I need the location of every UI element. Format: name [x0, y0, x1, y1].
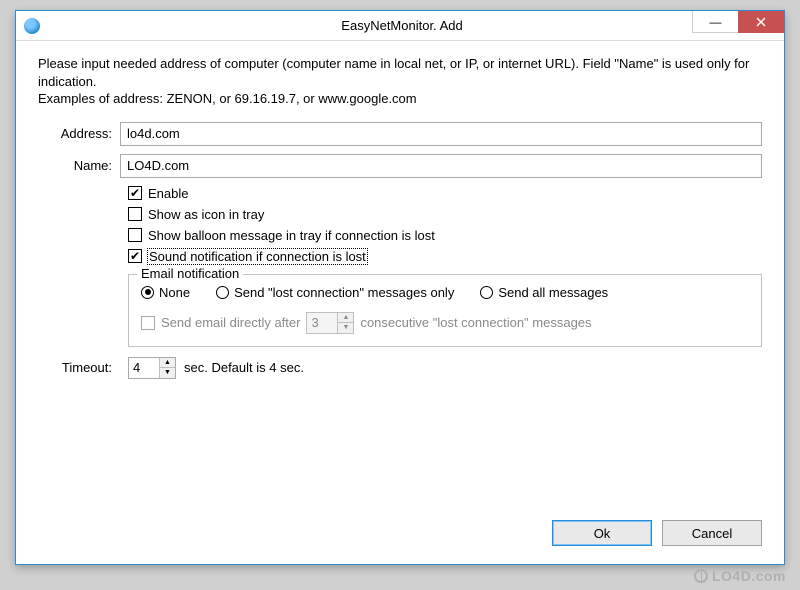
enable-checkbox[interactable]: ✔: [128, 186, 142, 200]
enable-row: ✔ Enable: [128, 186, 762, 201]
timeout-input[interactable]: [129, 358, 159, 378]
instructions-line1: Please input needed address of computer …: [38, 55, 762, 90]
email-direct-spinner: ▲ ▼: [306, 312, 354, 334]
address-input[interactable]: [120, 122, 762, 146]
radio-all-label: Send all messages: [498, 285, 608, 300]
radio-none[interactable]: [141, 286, 154, 299]
instructions-line2: Examples of address: ZENON, or 69.16.19.…: [38, 90, 762, 108]
name-input[interactable]: [120, 154, 762, 178]
address-label: Address:: [38, 126, 120, 141]
email-direct-spinbuttons: ▲ ▼: [337, 313, 353, 333]
radio-lostonly-item: Send "lost connection" messages only: [216, 285, 454, 300]
email-legend: Email notification: [137, 266, 243, 281]
radio-none-label: None: [159, 285, 190, 300]
radio-all-item: Send all messages: [480, 285, 608, 300]
dialog-window: EasyNetMonitor. Add — Please input neede…: [15, 10, 785, 565]
address-row: Address:: [38, 122, 762, 146]
trayicon-checkbox[interactable]: [128, 207, 142, 221]
radio-lostonly-label: Send "lost connection" messages only: [234, 285, 454, 300]
watermark: LO4D.com: [694, 568, 786, 584]
globe-icon: [694, 569, 708, 583]
email-direct-suffix: consecutive "lost connection" messages: [360, 315, 591, 330]
radio-lostonly[interactable]: [216, 286, 229, 299]
button-row: Ok Cancel: [16, 506, 784, 546]
email-direct-row: Send email directly after ▲ ▼ consecutiv…: [141, 312, 749, 334]
radio-none-item: None: [141, 285, 190, 300]
email-direct-prefix: Send email directly after: [161, 315, 300, 330]
ok-button[interactable]: Ok: [552, 520, 652, 546]
dialog-content: Please input needed address of computer …: [16, 41, 784, 391]
balloon-row: Show balloon message in tray if connecti…: [128, 228, 762, 243]
timeout-row: Timeout: ▲ ▼ sec. Default is 4 sec.: [38, 357, 762, 379]
email-direct-value: [307, 313, 337, 333]
watermark-text: LO4D.com: [712, 568, 786, 584]
timeout-suffix: sec. Default is 4 sec.: [184, 360, 304, 375]
email-groupbox: Email notification None Send "lost conne…: [128, 274, 762, 347]
window-title: EasyNetMonitor. Add: [20, 18, 784, 33]
name-row: Name:: [38, 154, 762, 178]
timeout-label: Timeout:: [38, 360, 120, 375]
balloon-label: Show balloon message in tray if connecti…: [148, 228, 435, 243]
cancel-button[interactable]: Cancel: [662, 520, 762, 546]
trayicon-label: Show as icon in tray: [148, 207, 264, 222]
enable-label: Enable: [148, 186, 188, 201]
sound-label: Sound notification if connection is lost: [148, 249, 367, 264]
sound-checkbox[interactable]: ✔: [128, 249, 142, 263]
email-radios: None Send "lost connection" messages onl…: [141, 285, 749, 300]
window-controls: —: [692, 11, 784, 33]
spin-up-icon: ▲: [338, 313, 353, 324]
titlebar[interactable]: EasyNetMonitor. Add —: [16, 11, 784, 41]
minimize-button[interactable]: —: [692, 11, 738, 33]
radio-all[interactable]: [480, 286, 493, 299]
spin-up-icon[interactable]: ▲: [160, 358, 175, 369]
balloon-checkbox[interactable]: [128, 228, 142, 242]
email-direct-checkbox: [141, 316, 155, 330]
name-label: Name:: [38, 158, 120, 173]
spin-down-icon: ▼: [338, 323, 353, 333]
timeout-spinbuttons: ▲ ▼: [159, 358, 175, 378]
close-button[interactable]: [738, 11, 784, 33]
instructions-text: Please input needed address of computer …: [38, 55, 762, 108]
close-icon: [756, 17, 766, 27]
timeout-spinner[interactable]: ▲ ▼: [128, 357, 176, 379]
trayicon-row: Show as icon in tray: [128, 207, 762, 222]
spin-down-icon[interactable]: ▼: [160, 368, 175, 378]
sound-row: ✔ Sound notification if connection is lo…: [128, 249, 762, 264]
